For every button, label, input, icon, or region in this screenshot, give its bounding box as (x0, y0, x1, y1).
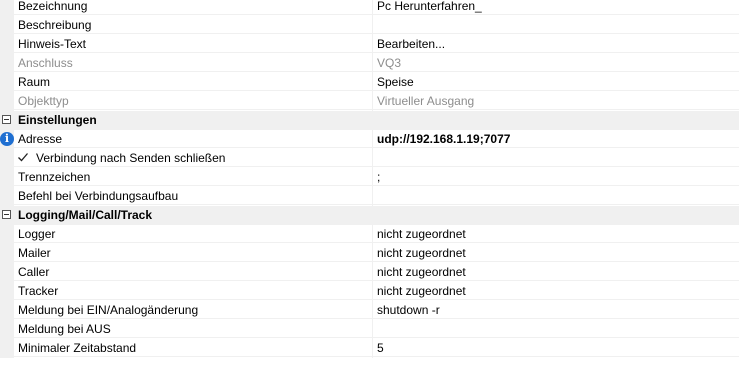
row-gutter (0, 301, 14, 320)
property-row-adresse[interactable]: i Adresse udp://192.168.1.19;7077 (0, 130, 739, 149)
row-gutter (0, 35, 14, 54)
property-row-meldung-aus[interactable]: Meldung bei AUS (0, 320, 739, 339)
property-value[interactable]: nicht zugeordnet (373, 225, 739, 243)
category-label: Logging/Mail/Call/Track (18, 208, 153, 222)
property-grid: Bezeichnung Pc Herunterfahren_ Beschreib… (0, 0, 739, 367)
property-value[interactable] (373, 16, 739, 34)
property-value[interactable]: udp://192.168.1.19;7077 (373, 130, 739, 148)
property-value[interactable]: ; (373, 168, 739, 186)
category-logging[interactable]: Logging/Mail/Call/Track (0, 206, 739, 225)
property-name: Tracker (14, 282, 372, 300)
property-value[interactable]: nicht zugeordnet (373, 244, 739, 262)
property-value[interactable] (373, 320, 739, 338)
property-row-meldung-ein[interactable]: Meldung bei EIN/Analogänderung shutdown … (0, 301, 739, 320)
property-row-befehl[interactable]: Befehl bei Verbindungsaufbau (0, 187, 739, 206)
category-einstellungen[interactable]: Einstellungen (0, 111, 739, 130)
property-row-hinweis-text[interactable]: Hinweis-Text Bearbeiten... (0, 35, 739, 54)
row-gutter (0, 149, 14, 168)
property-row-logger[interactable]: Logger nicht zugeordnet (0, 225, 739, 244)
property-value[interactable]: Speise (373, 73, 739, 91)
row-gutter (0, 54, 14, 73)
info-icon: i (0, 132, 14, 146)
property-row-mailer[interactable]: Mailer nicht zugeordnet (0, 244, 739, 263)
property-value[interactable]: shutdown -r (373, 301, 739, 319)
property-row-trennzeichen[interactable]: Trennzeichen ; (0, 168, 739, 187)
checkbox-label[interactable]: Verbindung nach Senden schließen (14, 149, 372, 167)
row-gutter (0, 92, 14, 111)
row-gutter (0, 168, 14, 187)
property-name: Befehl bei Verbindungsaufbau (14, 187, 372, 205)
property-value[interactable]: Pc Herunterfahren_ (373, 0, 739, 15)
property-row-bezeichnung[interactable]: Bezeichnung Pc Herunterfahren_ (0, 0, 739, 16)
category-label: Einstellungen (18, 113, 97, 127)
property-value[interactable]: nicht zugeordnet (373, 282, 739, 300)
property-value[interactable] (373, 187, 739, 205)
property-name: Mailer (14, 244, 372, 262)
property-value (373, 149, 739, 167)
property-row-caller[interactable]: Caller nicht zugeordnet (0, 263, 739, 282)
property-row-raum[interactable]: Raum Speise (0, 73, 739, 92)
row-gutter (0, 16, 14, 35)
collapse-icon[interactable] (2, 210, 11, 219)
property-name: Meldung bei EIN/Analogänderung (14, 301, 372, 319)
property-name: Bezeichnung (14, 0, 372, 15)
row-gutter: i (0, 130, 14, 149)
property-name: Meldung bei AUS (14, 320, 372, 338)
property-name: Caller (14, 263, 372, 281)
row-gutter (0, 244, 14, 263)
row-gutter (0, 225, 14, 244)
row-gutter (0, 282, 14, 301)
property-value: Virtueller Ausgang (373, 92, 739, 110)
property-row-verbindung[interactable]: Verbindung nach Senden schließen (0, 149, 739, 168)
property-name: Anschluss (14, 54, 372, 72)
property-name: Hinweis-Text (14, 35, 372, 53)
property-row-zeitabstand[interactable]: Minimaler Zeitabstand 5 (0, 339, 739, 358)
property-name: Objekttyp (14, 92, 372, 110)
collapse-icon[interactable] (2, 115, 11, 124)
property-row-tracker[interactable]: Tracker nicht zugeordnet (0, 282, 739, 301)
row-gutter (0, 320, 14, 339)
property-name: Beschreibung (14, 16, 372, 34)
property-value: VQ3 (373, 54, 739, 72)
property-value[interactable]: nicht zugeordnet (373, 263, 739, 281)
property-name: Logger (14, 225, 372, 243)
property-name: Trennzeichen (14, 168, 372, 186)
property-name: Adresse (14, 130, 372, 148)
row-gutter (0, 73, 14, 92)
property-row-beschreibung[interactable]: Beschreibung (0, 16, 739, 35)
property-name: Minimaler Zeitabstand (14, 339, 372, 357)
property-row-objekttyp: Objekttyp Virtueller Ausgang (0, 92, 739, 111)
row-gutter (0, 187, 14, 206)
property-value[interactable]: Bearbeiten... (373, 35, 739, 53)
row-gutter (0, 263, 14, 282)
row-gutter (0, 339, 14, 358)
property-row-anschluss: Anschluss VQ3 (0, 54, 739, 73)
property-name: Raum (14, 73, 372, 91)
row-gutter (0, 0, 14, 16)
property-value[interactable]: 5 (373, 339, 739, 357)
